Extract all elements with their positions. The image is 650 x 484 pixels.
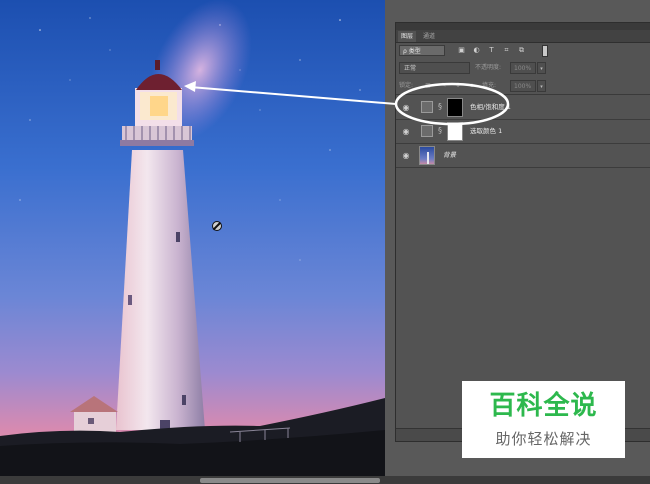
watermark-logo: 百科全说 助你轻松解决: [462, 381, 625, 458]
highlight-ellipse: [394, 82, 510, 126]
horizontal-scrollbar-thumb[interactable]: [200, 478, 380, 483]
annotation-arrow-line: [189, 86, 397, 105]
arrowhead-icon: [184, 81, 196, 92]
watermark-title: 百科全说: [489, 391, 598, 421]
watermark-subtitle: 助你轻松解决: [495, 430, 592, 448]
photoshop-workspace: 图层 通道 ρ 类型 ▣ ◐ T ⌗ ⧉ 正常 不透明度: 100% ▾ 锁定:…: [0, 0, 650, 484]
